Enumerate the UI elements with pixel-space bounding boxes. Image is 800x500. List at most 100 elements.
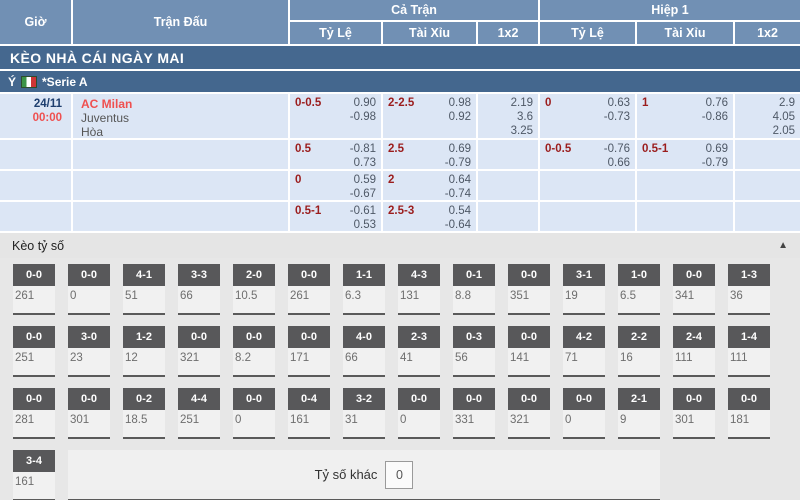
overunder-odds: 0.69-0.79 xyxy=(702,142,728,169)
score-cell[interactable]: 2-4111 xyxy=(673,326,715,377)
score-cell[interactable]: 0-0301 xyxy=(68,388,110,439)
score-cell[interactable]: 0-00 xyxy=(563,388,605,439)
score-odd: 0 xyxy=(233,410,275,437)
score-cell[interactable]: 3-4 161 xyxy=(13,450,55,500)
score-cell[interactable]: 0-08.2 xyxy=(233,326,275,377)
score-cell[interactable]: 4-4251 xyxy=(178,388,220,439)
score-odd: 9 xyxy=(618,410,660,437)
ft-handicap-cell[interactable]: 0 0.59-0.67 xyxy=(290,171,381,200)
score-label: 1-1 xyxy=(343,264,385,286)
score-cell[interactable]: 0-0281 xyxy=(13,388,55,439)
ft-1x2-cell[interactable]: 2.193.63.25 xyxy=(478,94,538,138)
overunder-line: 2.5-3 xyxy=(388,204,414,218)
score-cell[interactable]: 0-0331 xyxy=(453,388,495,439)
score-odd: 281 xyxy=(13,410,55,437)
score-odd: 71 xyxy=(563,348,605,375)
score-cell[interactable]: 0-0171 xyxy=(288,326,330,377)
overunder-line: 2.5 xyxy=(388,142,404,156)
section-banner: KÈO NHÀ CÁI NGÀY MAI xyxy=(0,46,800,69)
collapse-triangle-icon[interactable]: ▲ xyxy=(778,240,788,251)
score-section-header[interactable]: Kèo tỷ số ▲ xyxy=(0,233,800,258)
overunder-line: 2-2.5 xyxy=(388,96,414,110)
home-team: AC Milan xyxy=(81,97,283,111)
league-row[interactable]: Ý *Serie A xyxy=(0,71,800,92)
empty-cell xyxy=(540,202,635,231)
h1-1x2-cell[interactable]: 2.94.052.05 xyxy=(735,94,800,138)
h1-handicap-cell[interactable]: 0 0.63-0.73 xyxy=(540,94,635,138)
score-cell[interactable]: 0-0251 xyxy=(13,326,55,377)
score-odd: 51 xyxy=(123,286,165,313)
empty-cell xyxy=(637,202,733,231)
score-cell[interactable]: 0-00 xyxy=(233,388,275,439)
ft-handicap-cell[interactable]: 0.5-1 -0.610.53 xyxy=(290,202,381,231)
score-cell[interactable]: 0-00 xyxy=(398,388,440,439)
score-cell[interactable]: 1-212 xyxy=(123,326,165,377)
league-country: Ý xyxy=(8,75,16,89)
score-cell[interactable]: 0-218.5 xyxy=(123,388,165,439)
score-label: 4-1 xyxy=(123,264,165,286)
score-cell[interactable]: 0-0301 xyxy=(673,388,715,439)
overunder-odds: 0.69-0.79 xyxy=(445,142,471,169)
score-cell[interactable]: 4-151 xyxy=(123,264,165,315)
score-odd: 12 xyxy=(123,348,165,375)
score-odd: 131 xyxy=(398,286,440,313)
score-cell[interactable]: 0-0341 xyxy=(673,264,715,315)
score-cell[interactable]: 2-341 xyxy=(398,326,440,377)
score-cell[interactable]: 0-4161 xyxy=(288,388,330,439)
ft-overunder-cell[interactable]: 2.5-3 0.54-0.64 xyxy=(383,202,476,231)
score-cell[interactable]: 3-366 xyxy=(178,264,220,315)
score-cell[interactable]: 0-0181 xyxy=(728,388,770,439)
italy-flag-icon xyxy=(21,76,37,88)
score-cell[interactable]: 0-0321 xyxy=(508,388,550,439)
score-cell[interactable]: 3-023 xyxy=(68,326,110,377)
match-teams-cell[interactable]: AC Milan Juventus Hòa xyxy=(73,94,288,138)
other-score-value-box[interactable]: 0 xyxy=(385,461,413,489)
score-label: 0-0 xyxy=(398,388,440,410)
ft-overunder-cell[interactable]: 2 0.64-0.74 xyxy=(383,171,476,200)
score-cell[interactable]: 0-0261 xyxy=(288,264,330,315)
column-header-ft-handicap: Tỷ Lệ xyxy=(290,22,381,44)
score-cell[interactable]: 1-16.3 xyxy=(343,264,385,315)
score-cell[interactable]: 1-336 xyxy=(728,264,770,315)
score-odd: 66 xyxy=(178,286,220,313)
score-cell[interactable]: 0-0351 xyxy=(508,264,550,315)
handicap-line: 0.5 xyxy=(295,142,311,156)
score-label: 2-0 xyxy=(233,264,275,286)
score-cell[interactable]: 4-066 xyxy=(343,326,385,377)
score-cell[interactable]: 0-356 xyxy=(453,326,495,377)
score-label: 4-0 xyxy=(343,326,385,348)
score-cell[interactable]: 1-4111 xyxy=(728,326,770,377)
score-cell[interactable]: 4-271 xyxy=(563,326,605,377)
empty-cell xyxy=(637,171,733,200)
score-odd: 141 xyxy=(508,348,550,375)
ft-overunder-cell[interactable]: 2-2.5 0.980.92 xyxy=(383,94,476,138)
ft-handicap-cell[interactable]: 0-0.5 0.90-0.98 xyxy=(290,94,381,138)
score-label: 0-0 xyxy=(673,264,715,286)
h1-overunder-cell[interactable]: 1 0.76-0.86 xyxy=(637,94,733,138)
score-cell[interactable]: 0-0261 xyxy=(13,264,55,315)
score-cell[interactable]: 3-119 xyxy=(563,264,605,315)
overunder-odds: 0.64-0.74 xyxy=(445,173,471,200)
h1-handicap-cell[interactable]: 0-0.5 -0.760.66 xyxy=(540,140,635,169)
score-cell[interactable]: 0-0141 xyxy=(508,326,550,377)
overunder-odds: 0.54-0.64 xyxy=(445,204,471,231)
ft-handicap-cell[interactable]: 0.5 -0.810.73 xyxy=(290,140,381,169)
score-cell[interactable]: 2-216 xyxy=(618,326,660,377)
score-cell[interactable]: 0-0321 xyxy=(178,326,220,377)
score-cell[interactable]: 3-231 xyxy=(343,388,385,439)
other-score-cell[interactable]: Tỷ số khác 0 xyxy=(68,450,660,500)
score-odd: 0 xyxy=(68,286,110,313)
ft-overunder-cell[interactable]: 2.5 0.69-0.79 xyxy=(383,140,476,169)
score-label: 0-0 xyxy=(233,326,275,348)
match-time-cell: 24/11 00:00 xyxy=(0,94,71,138)
score-cell[interactable]: 1-06.5 xyxy=(618,264,660,315)
score-cell[interactable]: 0-18.8 xyxy=(453,264,495,315)
score-label: 3-4 xyxy=(13,450,55,472)
score-cell[interactable]: 2-19 xyxy=(618,388,660,439)
empty-cell xyxy=(73,202,288,231)
score-label: 0-2 xyxy=(123,388,165,410)
score-cell[interactable]: 2-010.5 xyxy=(233,264,275,315)
score-cell[interactable]: 4-3131 xyxy=(398,264,440,315)
score-cell[interactable]: 0-00 xyxy=(68,264,110,315)
h1-overunder-cell[interactable]: 0.5-1 0.69-0.79 xyxy=(637,140,733,169)
